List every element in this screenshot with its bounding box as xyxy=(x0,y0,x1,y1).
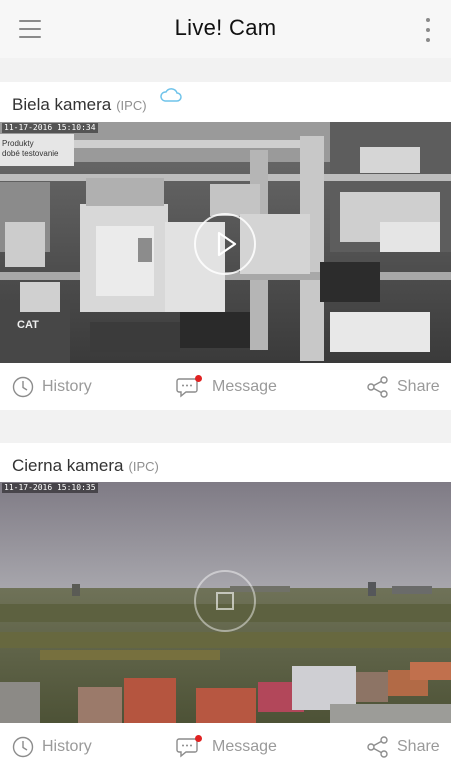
camera-name: Cierna kamera (IPC) xyxy=(12,456,159,475)
share-label: Share xyxy=(397,738,440,755)
message-label: Message xyxy=(212,738,277,755)
play-button[interactable] xyxy=(194,213,256,275)
camera-card-cierna: Cierna kamera (IPC) 11-17-2016 15:10:35 … xyxy=(0,443,451,771)
history-label: History xyxy=(42,738,92,755)
history-button[interactable]: History xyxy=(12,723,92,771)
camera-card-biela: Biela kamera (IPC) 11-17-2016 15:10:34 P… xyxy=(0,82,451,410)
cloud-icon xyxy=(160,88,182,102)
more-options-icon[interactable] xyxy=(421,17,435,43)
video-timestamp: 11-17-2016 15:10:34 xyxy=(2,123,98,133)
message-button[interactable]: Message xyxy=(176,363,277,411)
stop-button[interactable] xyxy=(194,570,256,632)
camera-live-view[interactable]: 11-17-2016 15:10:34 Produkty dobé testov… xyxy=(0,122,451,363)
camera-type-label: (IPC) xyxy=(116,98,147,113)
camera-actions: History Message Share xyxy=(0,363,451,411)
share-button[interactable]: Share xyxy=(366,723,440,771)
camera-header: Biela kamera (IPC) xyxy=(0,82,451,122)
camera-header: Cierna kamera (IPC) xyxy=(0,443,451,483)
history-button[interactable]: History xyxy=(12,363,92,411)
box-label: CAT xyxy=(17,319,39,331)
share-label: Share xyxy=(397,378,440,395)
clock-icon xyxy=(12,376,34,398)
camera-live-view[interactable]: 11-17-2016 15:10:35 xyxy=(0,482,451,723)
app-title: Live! Cam xyxy=(174,15,277,40)
unread-indicator xyxy=(195,735,202,742)
clock-icon xyxy=(12,736,34,758)
history-label: History xyxy=(42,378,92,395)
camera-actions: History Message Share xyxy=(0,723,451,771)
camera-name: Biela kamera (IPC) xyxy=(12,95,147,114)
app-root: Live! Cam Biela kamera (IPC) 11-17-2016 … xyxy=(0,0,451,771)
message-label: Message xyxy=(212,378,277,395)
video-timestamp: 11-17-2016 15:10:35 xyxy=(2,483,98,493)
share-icon xyxy=(367,736,388,758)
camera-type-label: (IPC) xyxy=(128,459,159,474)
share-button[interactable]: Share xyxy=(366,363,440,411)
share-icon xyxy=(367,376,388,398)
overlay-sign-text: Produkty dobé testovanie xyxy=(2,139,59,158)
unread-indicator xyxy=(195,375,202,382)
play-icon xyxy=(217,231,237,257)
message-button[interactable]: Message xyxy=(176,723,277,771)
top-app-bar: Live! Cam xyxy=(0,0,451,58)
stop-icon xyxy=(216,592,234,610)
